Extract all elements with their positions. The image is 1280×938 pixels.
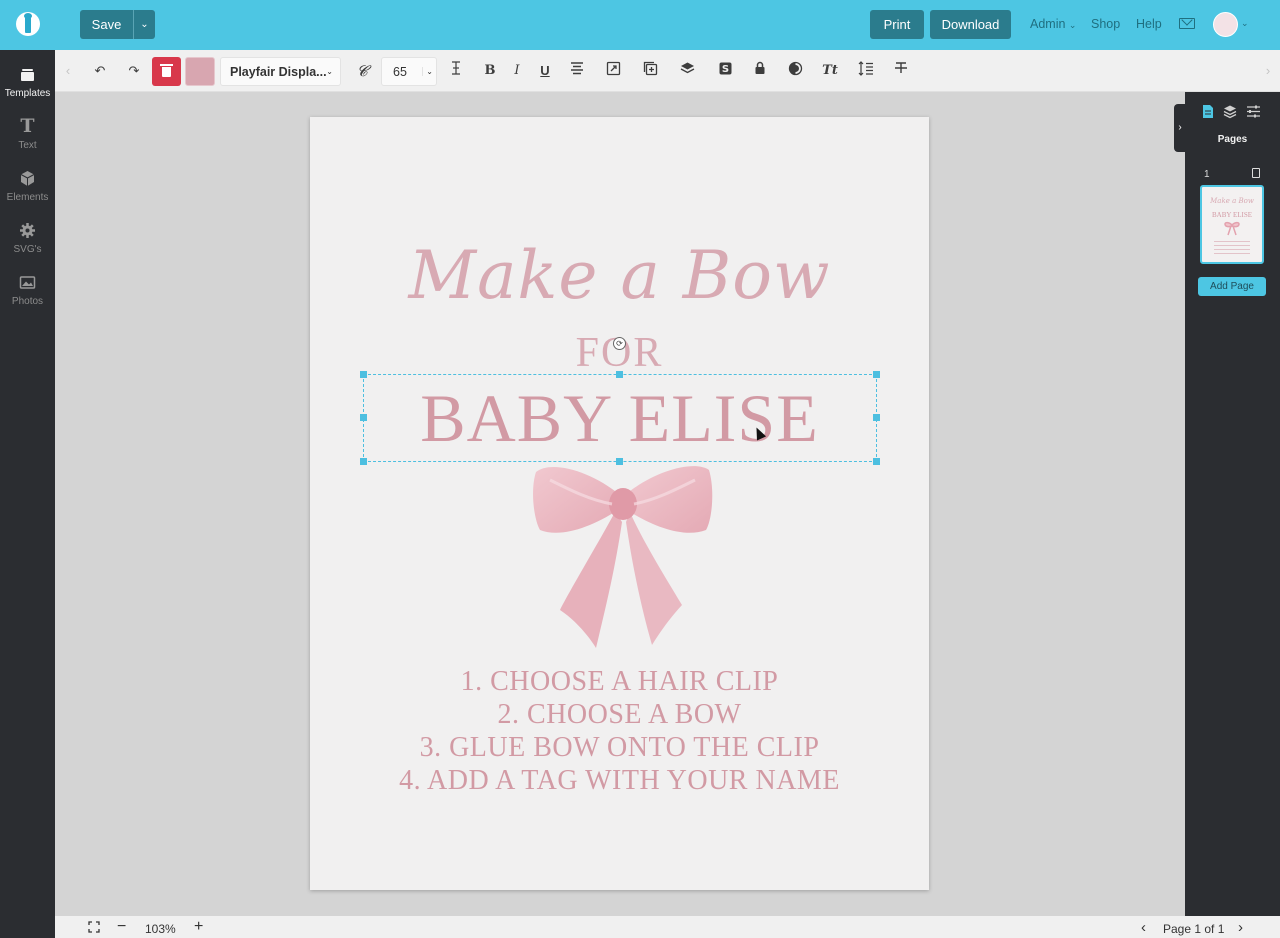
chevron-right-icon[interactable]: › xyxy=(1238,919,1243,936)
font-size-input[interactable]: 65 ⌄ xyxy=(381,57,437,86)
resize-handle[interactable] xyxy=(873,371,880,378)
page-number: 1 xyxy=(1204,169,1210,180)
sidebar-item-templates[interactable]: Templates xyxy=(0,66,55,114)
resize-icon[interactable] xyxy=(603,61,623,81)
zoom-level: 103% xyxy=(145,922,176,936)
strikethrough-icon[interactable] xyxy=(891,61,911,81)
zoom-out-button[interactable]: − xyxy=(117,918,126,936)
bow-icon xyxy=(1224,221,1240,236)
undo-icon[interactable]: ↶ xyxy=(90,61,110,81)
app-logo[interactable] xyxy=(16,12,40,36)
redo-icon[interactable]: ↷ xyxy=(124,61,144,81)
trash-icon[interactable] xyxy=(152,57,181,86)
list-item: 3. GLUE BOW ONTO THE CLIP xyxy=(419,732,820,763)
save-button[interactable]: Save xyxy=(80,10,133,39)
svg-text:S: S xyxy=(721,64,728,75)
resize-handle[interactable] xyxy=(873,458,880,465)
font-style-icon[interactable]: 𝓒 xyxy=(352,61,372,81)
formatting-toolbar: ‹ ↶ ↷ Playfair Displa... ⌄ 𝓒 65 ⌄ B I U S … xyxy=(55,50,1280,92)
chevron-left-icon[interactable]: ‹ xyxy=(58,61,78,81)
print-button[interactable]: Print xyxy=(870,10,924,39)
align-center-icon[interactable] xyxy=(567,61,587,81)
right-panel: Pages 1 Make a Bow BABY ELISE Add Page xyxy=(1185,92,1280,916)
avatar[interactable] xyxy=(1213,12,1238,37)
spacing-icon[interactable] xyxy=(856,61,876,81)
resize-handle[interactable] xyxy=(616,371,623,378)
save-button-group: Save ⌄ xyxy=(80,10,155,39)
selection-box[interactable] xyxy=(363,374,877,462)
resize-handle[interactable] xyxy=(360,458,367,465)
mail-icon[interactable] xyxy=(1179,18,1195,29)
bow-illustration[interactable] xyxy=(530,460,715,655)
add-page-button[interactable]: Add Page xyxy=(1198,277,1266,296)
download-button[interactable]: Download xyxy=(930,10,1011,39)
shop-link[interactable]: Shop xyxy=(1091,17,1120,31)
sidebar-item-photos[interactable]: Photos xyxy=(0,274,55,322)
line-height-icon[interactable] xyxy=(446,61,466,81)
dollar-icon[interactable]: S xyxy=(715,61,735,81)
underline-icon[interactable]: U xyxy=(535,61,555,81)
sidebar-item-svgs[interactable]: SVG's xyxy=(0,222,55,270)
bottom-bar: − 103% + ‹ Page 1 of 1 › xyxy=(55,916,1280,938)
resize-handle[interactable] xyxy=(360,371,367,378)
lock-icon[interactable] xyxy=(750,61,770,81)
chevron-down-icon[interactable]: ⌄ xyxy=(1241,18,1249,29)
font-select[interactable]: Playfair Displa... ⌄ xyxy=(220,57,341,86)
resize-handle[interactable] xyxy=(873,414,880,421)
templates-icon xyxy=(19,66,36,83)
layers-icon[interactable] xyxy=(1222,104,1238,120)
chevron-left-icon[interactable]: ‹ xyxy=(1141,919,1146,936)
design-page[interactable]: Make a Bow FOR BABY ELISE ⟳ 1. CHOOSE A … xyxy=(310,117,929,890)
panel-title: Pages xyxy=(1217,134,1248,145)
bold-icon[interactable]: B xyxy=(480,61,500,81)
duplicate-icon[interactable] xyxy=(640,61,660,81)
settings-sliders-icon[interactable] xyxy=(1245,104,1261,120)
sidebar-item-elements[interactable]: Elements xyxy=(0,170,55,218)
list-item: 4. ADD A TAG WITH YOUR NAME xyxy=(399,765,840,796)
layers-icon[interactable] xyxy=(677,61,697,81)
copy-page-icon[interactable] xyxy=(1252,168,1260,178)
page-thumbnail[interactable]: Make a Bow BABY ELISE xyxy=(1200,185,1264,264)
chevron-right-icon[interactable]: › xyxy=(1258,61,1278,81)
help-link[interactable]: Help xyxy=(1136,17,1162,31)
admin-menu[interactable]: Admin ⌄ xyxy=(1030,17,1076,31)
cube-icon xyxy=(19,170,36,187)
opacity-icon[interactable] xyxy=(785,61,805,81)
chevron-down-icon[interactable]: ⌄ xyxy=(133,10,155,39)
instructions-list[interactable]: 1. CHOOSE A HAIR CLIP 2. CHOOSE A BOW 3.… xyxy=(310,665,929,797)
text-icon: T xyxy=(20,115,35,137)
pages-icon[interactable] xyxy=(1200,104,1216,120)
gear-icon xyxy=(19,222,36,239)
left-sidebar: Templates T Text Elements SVG's Photos xyxy=(0,50,55,938)
resize-handle[interactable] xyxy=(360,414,367,421)
title-text[interactable]: Make a Bow xyxy=(310,237,929,314)
zoom-in-button[interactable]: + xyxy=(194,918,203,936)
list-item: 1. CHOOSE A HAIR CLIP xyxy=(460,666,779,697)
page-indicator: Page 1 of 1 xyxy=(1163,922,1225,936)
text-transform-icon[interactable]: Tt xyxy=(820,61,840,81)
top-bar: Save ⌄ Print Download Admin ⌄ Shop Help … xyxy=(0,0,1280,50)
image-icon xyxy=(19,274,36,291)
italic-icon[interactable]: I xyxy=(507,61,527,81)
color-swatch[interactable] xyxy=(185,57,215,86)
list-item: 2. CHOOSE A BOW xyxy=(497,699,742,730)
rotate-icon[interactable]: ⟳ xyxy=(613,337,626,350)
fullscreen-icon[interactable] xyxy=(88,921,100,936)
sidebar-item-text[interactable]: T Text xyxy=(0,115,55,166)
